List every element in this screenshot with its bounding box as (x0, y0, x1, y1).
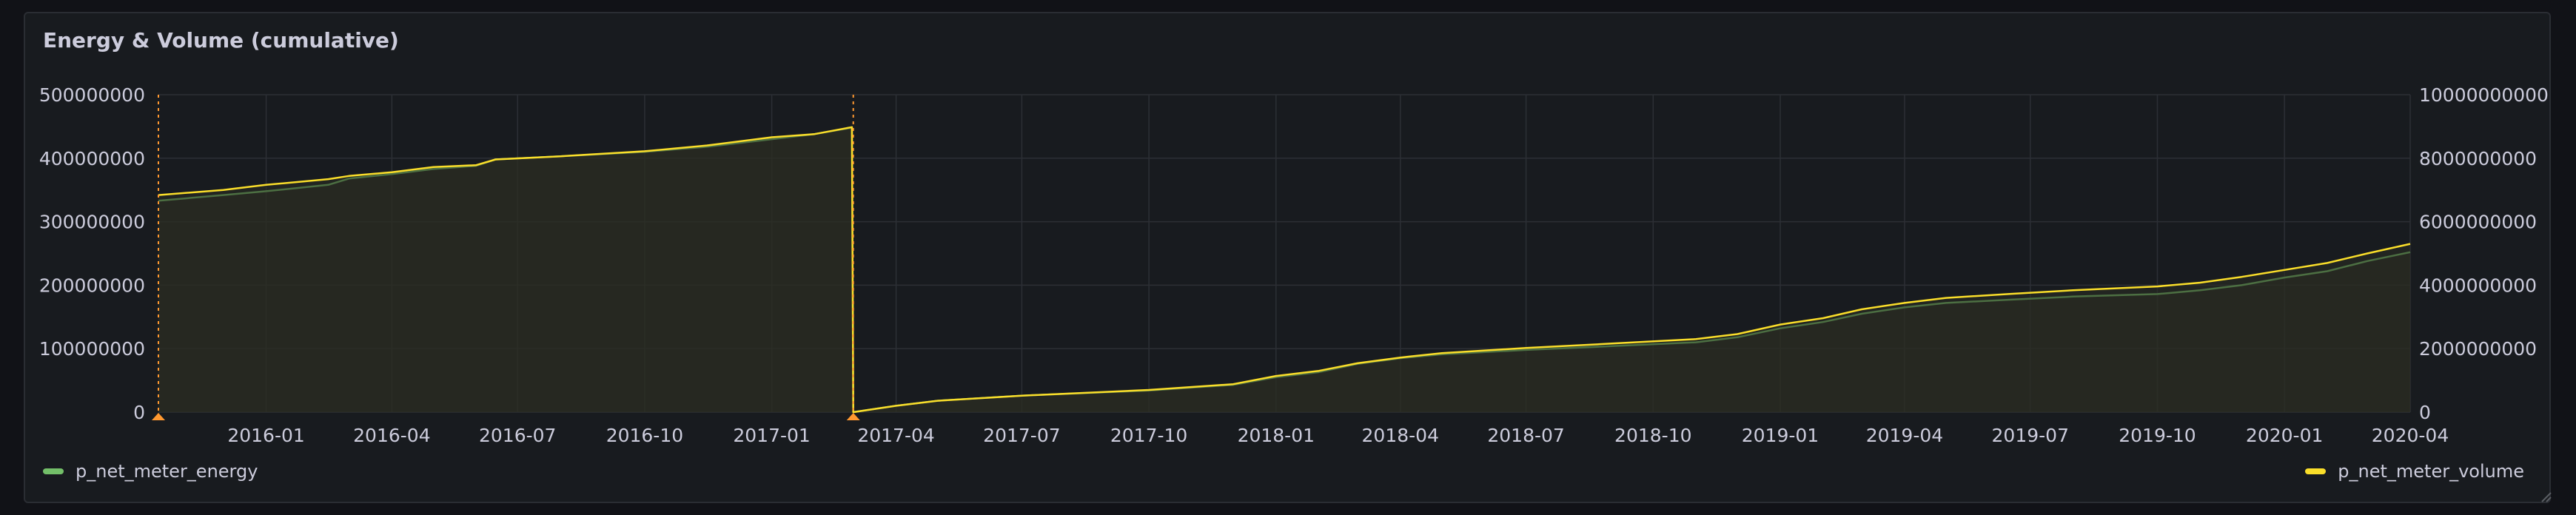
y-right-tick-label: 2000000000 (2419, 338, 2537, 360)
x-tick-label: 2017-04 (857, 425, 934, 446)
y-left-tick-label: 200000000 (39, 275, 145, 296)
legend-swatch-volume (2305, 468, 2327, 474)
series-area (158, 127, 2410, 413)
legend-item-volume[interactable]: p_net_meter_volume (2305, 461, 2524, 482)
x-tick-label: 2018-07 (1487, 425, 1564, 446)
y-left-tick-label: 300000000 (39, 212, 145, 233)
legend-label-volume: p_net_meter_volume (2338, 461, 2524, 482)
y-left-tick-label: 0 (133, 402, 145, 423)
legend-swatch-energy (43, 468, 64, 474)
x-tick-label: 2018-04 (1362, 425, 1439, 446)
y-right-tick-label: 6000000000 (2419, 212, 2537, 233)
resize-handle-icon[interactable] (2539, 490, 2552, 503)
y-left-tick-label: 500000000 (39, 84, 145, 106)
x-tick-label: 2019-04 (1866, 425, 1943, 446)
legend-item-energy[interactable]: p_net_meter_energy (43, 461, 258, 482)
x-tick-label: 2020-01 (2246, 425, 2323, 446)
y-left-tick-label: 100000000 (39, 338, 145, 360)
x-tick-label: 2016-10 (606, 425, 683, 446)
x-tick-label: 2020-04 (2372, 425, 2449, 446)
y-right-tick-label: 10000000000 (2419, 84, 2549, 106)
annotation-marker-icon (152, 413, 165, 420)
x-tick-label: 2018-10 (1614, 425, 1691, 446)
y-right-tick-label: 8000000000 (2419, 148, 2537, 169)
line-chart[interactable]: 500000000 400000000 300000000 200000000 1000… (0, 0, 2576, 515)
x-tick-label: 2018-01 (1238, 425, 1315, 446)
x-tick-label: 2017-10 (1110, 425, 1187, 446)
x-tick-label: 2016-01 (227, 425, 304, 446)
x-tick-label: 2019-01 (1742, 425, 1819, 446)
y-right-tick-label: 4000000000 (2419, 275, 2537, 296)
x-tick-label: 2017-01 (733, 425, 810, 446)
y-left-tick-label: 400000000 (39, 148, 145, 169)
x-tick-label: 2016-04 (353, 425, 430, 446)
x-tick-label: 2017-07 (983, 425, 1060, 446)
x-tick-label: 2016-07 (479, 425, 556, 446)
annotation-marker-icon (846, 413, 860, 420)
x-tick-label: 2019-10 (2119, 425, 2196, 446)
y-right-tick-label: 0 (2419, 402, 2431, 423)
legend-label-energy: p_net_meter_energy (76, 461, 258, 482)
x-tick-label: 2019-07 (1992, 425, 2069, 446)
